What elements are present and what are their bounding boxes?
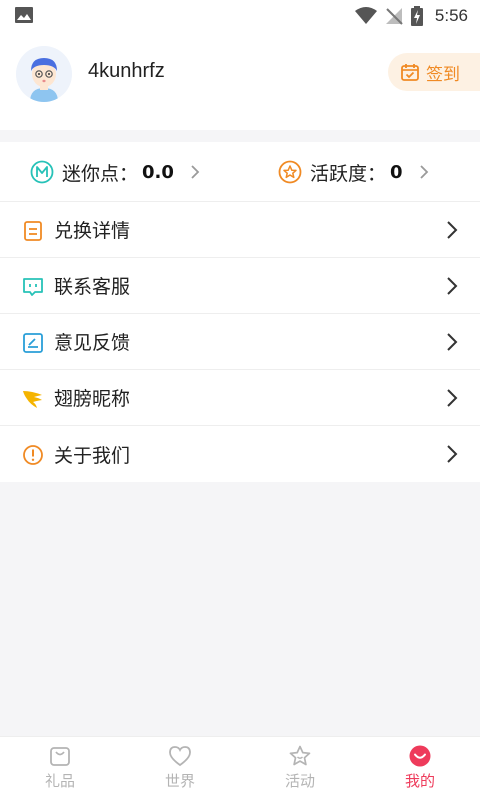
info-icon [23,445,43,465]
tab-label: 活动 [284,772,315,790]
heart-icon [169,746,191,767]
chevron-right-icon [447,389,458,407]
tab-activities[interactable]: 活动 [240,737,360,800]
avatar[interactable] [16,46,72,102]
tab-label: 礼品 [44,772,75,790]
mini-points-value: 0.0 [142,161,174,183]
activity-value: 0 [390,161,403,183]
chevron-right-icon [447,221,458,239]
menu-item-feedback[interactable]: 意见反馈 [0,314,480,370]
star-face-icon [289,745,311,766]
tab-world[interactable]: 世界 [120,737,240,800]
menu-item-exchange-details[interactable]: 兑换详情 [0,202,480,258]
chevron-right-icon [447,333,458,351]
chevron-right-icon [191,165,200,179]
tab-gifts[interactable]: 礼品 [0,737,120,800]
profile-header: 4kunhrfz 签到 [0,32,480,130]
smile-face-icon [409,745,431,767]
image-notification-icon [15,7,33,23]
mini-points-icon [30,160,54,184]
battery-charging-icon [410,6,423,26]
tab-label: 我的 [404,772,435,790]
menu-item-label: 意见反馈 [54,332,131,354]
mini-points-label: 迷你点： [62,162,139,185]
signin-button[interactable]: 签到 [388,53,480,91]
wifi-icon [354,7,377,24]
star-badge-icon [278,160,302,184]
username: 4kunhrfz [88,60,165,82]
bottom-tab-bar: 礼品 世界 活动 我的 [0,736,480,800]
wing-icon [23,391,42,408]
chevron-right-icon [447,277,458,295]
tab-label: 世界 [164,772,195,790]
menu-item-label: 关于我们 [54,444,131,467]
chat-bubble-icon [23,278,43,296]
activity-label: 活跃度： [310,162,387,185]
menu-item-contact-support[interactable]: 联系客服 [0,258,480,314]
menu-item-label: 兑换详情 [54,220,131,242]
menu-list: 兑换详情 联系客服 意见反馈 翅膀昵称 关于我们 [0,202,480,482]
stats-row: 迷你点： 0.0 活跃度： 0 [0,142,480,202]
signin-label: 签到 [426,64,460,85]
menu-item-label: 联系客服 [54,276,131,298]
gift-bag-icon [50,747,70,766]
calendar-check-icon [401,64,419,81]
status-time: 5:56 [434,6,468,25]
activity-stat[interactable]: 活跃度： 0 [278,142,429,202]
feedback-edit-icon [23,333,43,353]
chevron-right-icon [419,165,428,179]
tab-mine[interactable]: 我的 [360,737,480,800]
menu-item-wing-nickname[interactable]: 翅膀昵称 [0,370,480,426]
status-bar: 5:56 [0,0,480,32]
menu-item-about-us[interactable]: 关于我们 [0,426,480,482]
menu-item-label: 翅膀昵称 [54,388,131,410]
chevron-right-icon [447,445,458,463]
list-doc-icon [24,221,42,241]
mini-points-stat[interactable]: 迷你点： 0.0 [30,142,200,202]
no-signal-icon [385,8,403,25]
